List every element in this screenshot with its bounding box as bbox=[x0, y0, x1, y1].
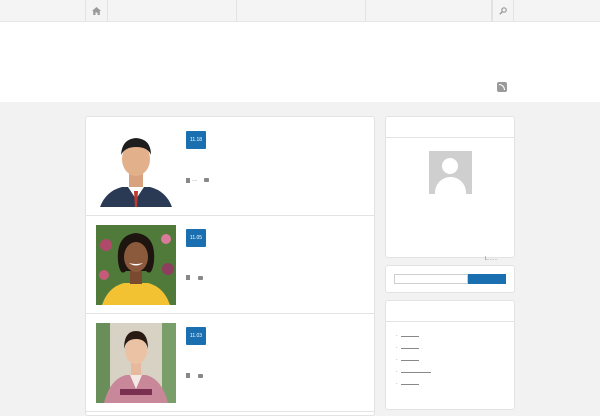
comment-icon[interactable] bbox=[198, 373, 203, 378]
post-meta bbox=[186, 275, 203, 280]
comment-icon[interactable] bbox=[203, 178, 209, 182]
post-thumbnail[interactable] bbox=[96, 225, 176, 305]
post-meta: .... bbox=[186, 177, 209, 183]
post-item[interactable]: 11.05 bbox=[86, 215, 374, 314]
profile-widget bbox=[385, 116, 515, 258]
home-button[interactable] bbox=[86, 0, 108, 21]
post-date: 11.03 bbox=[186, 327, 206, 345]
category-icon bbox=[186, 373, 190, 378]
default-avatar bbox=[429, 151, 472, 194]
site-header bbox=[0, 22, 600, 102]
post-thumbnail[interactable] bbox=[96, 127, 176, 207]
post-list: 11.18 .... 11.05 11.03 bbox=[85, 116, 375, 416]
nav-item-1[interactable] bbox=[108, 0, 237, 21]
post-date: 11.18 bbox=[186, 131, 206, 149]
post-meta bbox=[186, 373, 203, 378]
widget-title bbox=[386, 301, 514, 322]
nav-bar bbox=[85, 0, 514, 21]
post-meta-text: .... bbox=[192, 177, 198, 183]
nav-item-2[interactable] bbox=[237, 0, 366, 21]
category-item[interactable]: · bbox=[396, 345, 419, 351]
category-item[interactable]: · bbox=[396, 357, 419, 363]
category-item[interactable]: · bbox=[396, 381, 419, 387]
category-item[interactable]: · bbox=[396, 333, 419, 339]
post-item[interactable]: 11.03 bbox=[86, 313, 374, 412]
comment-icon[interactable] bbox=[198, 275, 203, 280]
search-icon bbox=[498, 6, 507, 15]
category-item[interactable]: · bbox=[396, 369, 431, 375]
search-widget bbox=[385, 265, 515, 293]
post-date: 11.05 bbox=[186, 229, 206, 247]
profile-more-link[interactable]: L…… bbox=[485, 256, 498, 262]
top-navigation bbox=[0, 0, 600, 22]
post-item[interactable]: 11.18 .... bbox=[86, 117, 374, 216]
home-icon bbox=[92, 6, 101, 15]
widget-title bbox=[386, 117, 514, 138]
sidebar-search-input[interactable] bbox=[394, 274, 468, 284]
search-button[interactable] bbox=[491, 0, 513, 21]
nav-item-3[interactable] bbox=[366, 0, 493, 21]
rss-icon[interactable] bbox=[497, 82, 507, 92]
category-icon bbox=[186, 275, 190, 280]
sidebar-search-button[interactable] bbox=[468, 274, 506, 284]
categories-widget: · · · · · bbox=[385, 300, 515, 410]
post-thumbnail[interactable] bbox=[96, 323, 176, 403]
category-icon bbox=[186, 177, 190, 183]
